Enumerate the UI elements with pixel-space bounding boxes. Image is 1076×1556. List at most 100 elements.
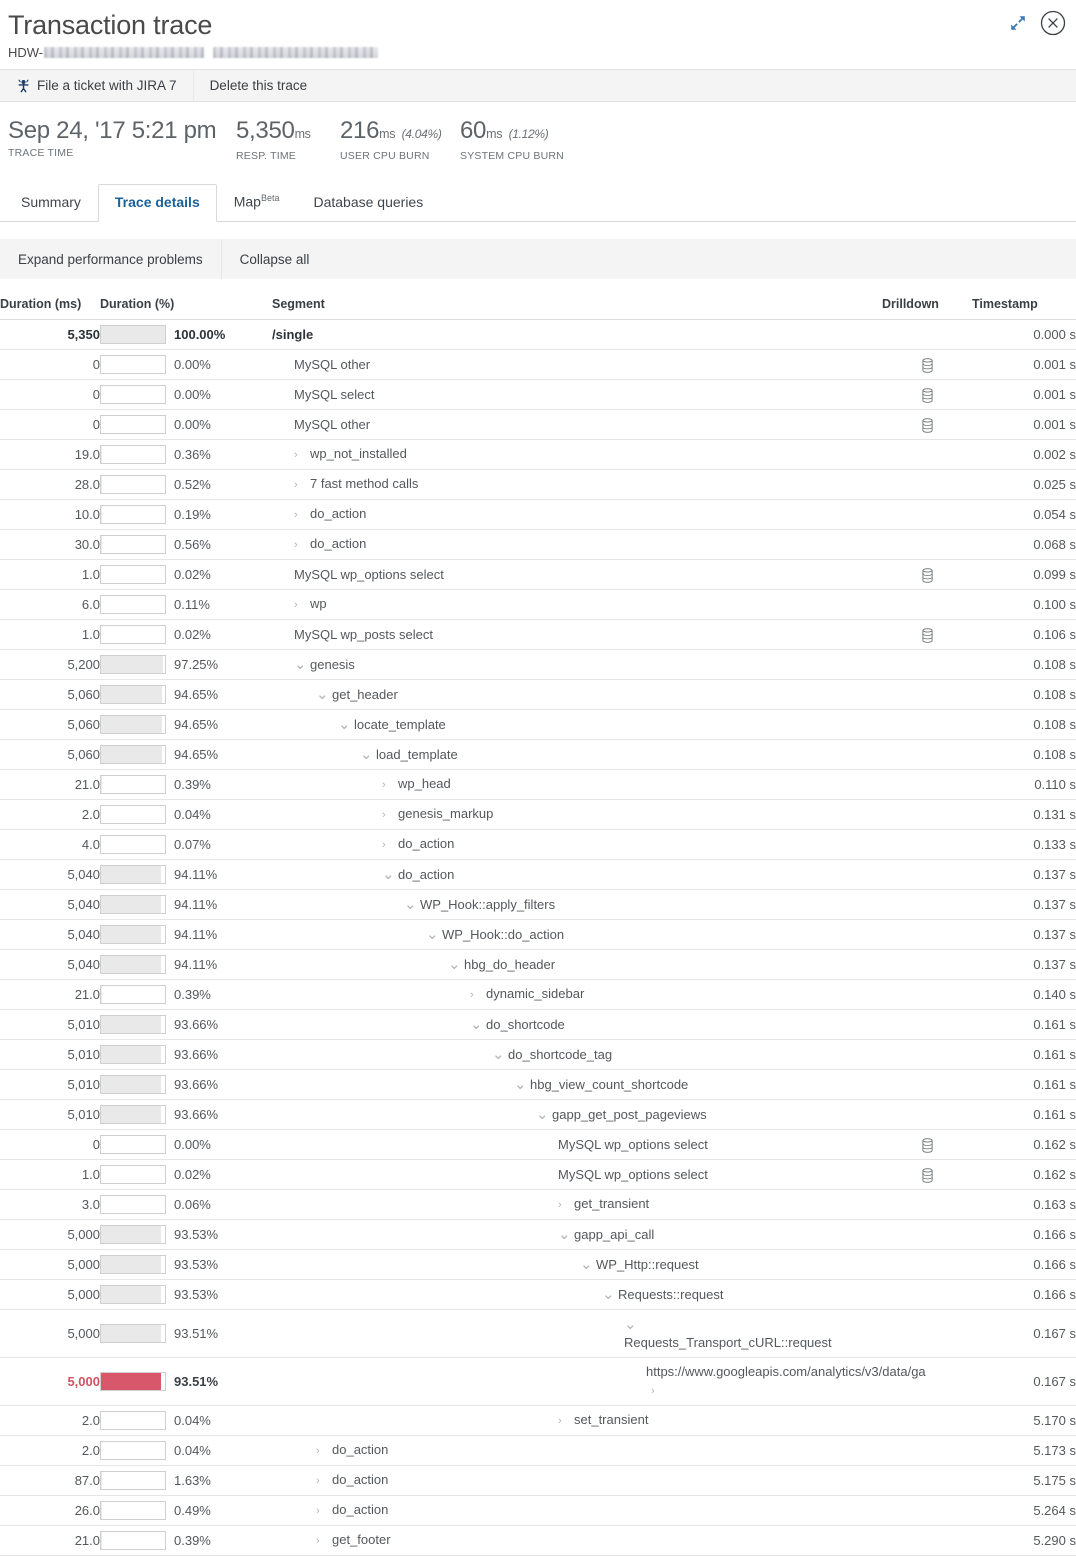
chevron-down-icon[interactable]: ⌄	[382, 866, 393, 884]
chevron-down-icon[interactable]: ⌄	[426, 926, 437, 944]
chevron-right-icon[interactable]: ›	[316, 1502, 327, 1520]
database-icon[interactable]	[922, 628, 933, 643]
table-row[interactable]: 00.00%MySQL select0.001 s	[0, 380, 1076, 410]
chevron-down-icon[interactable]: ⌄	[536, 1106, 547, 1124]
table-row[interactable]: 5,06094.65%⌄get_header0.108 s	[0, 680, 1076, 710]
chevron-down-icon[interactable]: ⌄	[624, 1316, 635, 1334]
table-row[interactable]: 30.00.56%›do_action0.068 s	[0, 530, 1076, 560]
database-icon[interactable]	[922, 568, 933, 583]
table-row[interactable]: 5,00093.53%⌄gapp_api_call0.166 s	[0, 1220, 1076, 1250]
segment-content: ⌄hbg_view_count_shortcode	[272, 1072, 882, 1098]
delete-trace-button[interactable]: Delete this trace	[194, 70, 324, 101]
table-row[interactable]: 19.00.36%›wp_not_installed0.002 s	[0, 440, 1076, 470]
table-row[interactable]: 00.00%MySQL other0.001 s	[0, 410, 1076, 440]
chevron-right-icon[interactable]: ›	[558, 1412, 569, 1430]
metric-trace-time-label: TRACE TIME	[8, 147, 212, 159]
chevron-right-icon[interactable]: ›	[294, 506, 305, 524]
table-row[interactable]: 3.00.06%›get_transient0.163 s	[0, 1190, 1076, 1220]
chevron-right-icon[interactable]: ›	[316, 1532, 327, 1550]
table-row[interactable]: 10.00.19%›do_action0.054 s	[0, 500, 1076, 530]
chevron-right-icon[interactable]: ›	[382, 836, 393, 854]
column-header-timestamp[interactable]: Timestamp	[972, 297, 1076, 320]
chevron-down-icon[interactable]: ⌄	[580, 1256, 591, 1274]
table-row[interactable]: 5,00093.51%https://www.googleapis.com/an…	[0, 1358, 1076, 1406]
chevron-right-icon[interactable]: ›	[294, 596, 305, 614]
table-row[interactable]: 21.00.39%›get_footer5.290 s	[0, 1526, 1076, 1556]
chevron-right-icon[interactable]: ›	[651, 1382, 662, 1400]
expand-icon[interactable]	[1008, 13, 1028, 33]
table-row[interactable]: 5,20097.25%⌄genesis0.108 s	[0, 650, 1076, 680]
chevron-right-icon[interactable]: ›	[294, 446, 305, 464]
table-row[interactable]: 2.00.04%›do_action5.173 s	[0, 1436, 1076, 1466]
tab-map[interactable]: MapBeta	[217, 180, 297, 222]
table-row[interactable]: 21.00.39%›wp_head0.110 s	[0, 770, 1076, 800]
chevron-right-icon[interactable]: ›	[316, 1442, 327, 1460]
table-row[interactable]: 4.00.07%›do_action0.133 s	[0, 830, 1076, 860]
tab-summary[interactable]: Summary	[4, 184, 98, 222]
duration-pct-label: 0.02%	[174, 567, 228, 582]
table-row[interactable]: 26.00.49%›do_action5.264 s	[0, 1496, 1076, 1526]
table-row[interactable]: 1.00.02%MySQL wp_options select0.099 s	[0, 560, 1076, 590]
chevron-down-icon[interactable]: ⌄	[470, 1016, 481, 1034]
table-row[interactable]: 1.00.02%MySQL wp_options select0.162 s	[0, 1160, 1076, 1190]
chevron-right-icon[interactable]: ›	[382, 806, 393, 824]
duration-bar	[100, 595, 166, 614]
table-row[interactable]: 00.00%MySQL other0.001 s	[0, 350, 1076, 380]
table-row[interactable]: 00.00%MySQL wp_options select0.162 s	[0, 1130, 1076, 1160]
database-icon[interactable]	[922, 418, 933, 433]
table-row[interactable]: 2.00.04%›set_transient5.170 s	[0, 1406, 1076, 1436]
table-row[interactable]: 5,01093.66%⌄gapp_get_post_pageviews0.161…	[0, 1100, 1076, 1130]
collapse-all-button[interactable]: Collapse all	[222, 239, 328, 279]
tab-database-queries[interactable]: Database queries	[296, 184, 440, 222]
cell-timestamp: 5.170 s	[972, 1406, 1076, 1436]
table-row[interactable]: 21.00.39%›dynamic_sidebar0.140 s	[0, 980, 1076, 1010]
table-row[interactable]: 87.01.63%›do_action5.175 s	[0, 1466, 1076, 1496]
expand-performance-problems-button[interactable]: Expand performance problems	[0, 239, 222, 279]
table-row[interactable]: 5,01093.66%⌄hbg_view_count_shortcode0.16…	[0, 1070, 1076, 1100]
table-row[interactable]: 5,04094.11%⌄hbg_do_header0.137 s	[0, 950, 1076, 980]
tab-trace-details[interactable]: Trace details	[98, 184, 217, 222]
chevron-right-icon[interactable]: ›	[316, 1472, 327, 1490]
database-icon[interactable]	[922, 1138, 933, 1153]
chevron-down-icon[interactable]: ⌄	[602, 1286, 613, 1304]
table-row[interactable]: 6.00.11%›wp0.100 s	[0, 590, 1076, 620]
table-row[interactable]: 5,04094.11%⌄WP_Hook::apply_filters0.137 …	[0, 890, 1076, 920]
table-row[interactable]: 5,00093.53%⌄Requests::request0.166 s	[0, 1280, 1076, 1310]
database-icon[interactable]	[922, 1168, 933, 1183]
database-icon[interactable]	[922, 358, 933, 373]
chevron-down-icon[interactable]: ⌄	[514, 1076, 525, 1094]
table-row[interactable]: 5,00093.53%⌄WP_Http::request0.166 s	[0, 1250, 1076, 1280]
column-header-drilldown[interactable]: Drilldown	[882, 297, 972, 320]
table-row[interactable]: 2.00.04%›genesis_markup0.131 s	[0, 800, 1076, 830]
chevron-down-icon[interactable]: ⌄	[316, 686, 327, 704]
file-ticket-jira-button[interactable]: File a ticket with JIRA 7	[0, 70, 194, 101]
cell-timestamp: 0.163 s	[972, 1190, 1076, 1220]
database-icon[interactable]	[922, 388, 933, 403]
chevron-down-icon[interactable]: ⌄	[448, 956, 459, 974]
chevron-down-icon[interactable]: ⌄	[492, 1046, 503, 1064]
table-row[interactable]: 5,04094.11%⌄WP_Hook::do_action0.137 s	[0, 920, 1076, 950]
chevron-down-icon[interactable]: ⌄	[360, 746, 371, 764]
table-row[interactable]: 5,350100.00%/single0.000 s	[0, 320, 1076, 350]
table-row[interactable]: 5,04094.11%⌄do_action0.137 s	[0, 860, 1076, 890]
table-row[interactable]: 5,01093.66%⌄do_shortcode_tag0.161 s	[0, 1040, 1076, 1070]
chevron-down-icon[interactable]: ⌄	[404, 896, 415, 914]
chevron-down-icon[interactable]: ⌄	[294, 656, 305, 674]
table-row[interactable]: 5,06094.65%⌄load_template0.108 s	[0, 740, 1076, 770]
table-row[interactable]: 5,00093.51%⌄Requests_Transport_cURL::req…	[0, 1310, 1076, 1358]
table-row[interactable]: 5,01093.66%⌄do_shortcode0.161 s	[0, 1010, 1076, 1040]
chevron-down-icon[interactable]: ⌄	[558, 1226, 569, 1244]
column-header-duration-pct[interactable]: Duration (%)	[100, 297, 272, 320]
column-header-duration-ms[interactable]: Duration (ms)	[0, 297, 100, 320]
table-row[interactable]: 1.00.02%MySQL wp_posts select0.106 s	[0, 620, 1076, 650]
chevron-right-icon[interactable]: ›	[294, 476, 305, 494]
column-header-segment[interactable]: Segment	[272, 297, 882, 320]
table-row[interactable]: 28.00.52%›7 fast method calls0.025 s	[0, 470, 1076, 500]
chevron-right-icon[interactable]: ›	[382, 776, 393, 794]
close-circle-icon[interactable]	[1040, 10, 1066, 36]
chevron-right-icon[interactable]: ›	[470, 986, 481, 1004]
table-row[interactable]: 5,06094.65%⌄locate_template0.108 s	[0, 710, 1076, 740]
chevron-right-icon[interactable]: ›	[294, 536, 305, 554]
chevron-right-icon[interactable]: ›	[558, 1196, 569, 1214]
chevron-down-icon[interactable]: ⌄	[338, 716, 349, 734]
